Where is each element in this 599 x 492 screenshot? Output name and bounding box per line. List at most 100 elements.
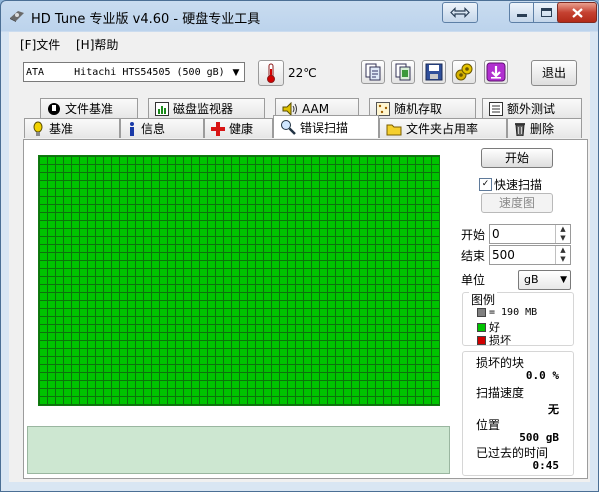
tab-label: 信息 <box>141 122 166 136</box>
app-window: HD Tune 专业版 v4.60 - 硬盘专业工具 [F]文件 [H]帮助 A… <box>0 0 599 492</box>
position-value: 500 gB <box>519 431 559 444</box>
legend-bad-label: 损坏 <box>489 334 511 347</box>
start-scan-button[interactable]: 开始 <box>481 148 553 168</box>
error-scan-panel: 开始 ✓ 快速扫描 速度图 开始 0 ▲ ▼ 结束 500 ▲ ▼ 单位 gB ▼ <box>23 139 588 479</box>
green-swatch-icon <box>477 322 486 332</box>
tab-label: 删除 <box>530 122 555 136</box>
unit-label: 单位 <box>461 273 486 287</box>
end-label: 结束 <box>461 249 486 263</box>
speaker-icon <box>282 101 297 116</box>
copy-info-button[interactable] <box>361 60 385 84</box>
scan-stats-box: 损坏的块 0.0 % 扫描速度 无 位置 500 gB 已过去的时间 0:45 <box>462 351 574 476</box>
tab-benchmark[interactable]: 基准 <box>24 118 120 138</box>
folder-usage-icon <box>386 124 402 135</box>
copy-all-button[interactable] <box>391 60 415 84</box>
legend-block-size-text: = 190 MB <box>489 307 538 318</box>
tab-label: 基准 <box>49 122 74 136</box>
start-value: 0 <box>492 227 500 241</box>
maximize-button[interactable] <box>533 2 559 23</box>
toolbar: ATA Hitachi HTS54505 (500 gB) ▼ 22℃ 退出 <box>9 54 590 92</box>
exit-button[interactable]: 退出 <box>531 60 577 86</box>
file-benchmark-icon <box>48 102 60 115</box>
health-icon <box>211 121 225 136</box>
thermometer-icon <box>267 63 275 83</box>
tab-erase[interactable]: 删除 <box>507 118 582 138</box>
speed-label: 扫描速度 <box>476 386 525 400</box>
damaged-label: 损坏的块 <box>476 356 525 370</box>
speed-value: 无 <box>548 403 559 416</box>
elapsed-value: 0:45 <box>532 459 560 472</box>
menu-file[interactable]: [F]文件 <box>20 36 60 53</box>
tab-extra-tests[interactable]: 额外测试 <box>482 98 582 118</box>
copy-all-icon <box>395 63 411 81</box>
tab-info[interactable]: 信息 <box>120 118 204 138</box>
erase-icon <box>515 122 525 136</box>
minimize-icon <box>517 13 527 17</box>
menu-help[interactable]: [H]帮助 <box>76 36 118 53</box>
unit-value: gB <box>524 273 539 286</box>
unit-select[interactable]: gB ▼ <box>518 270 571 290</box>
end-input[interactable]: 500 ▲ ▼ <box>489 245 571 265</box>
tab-label: 磁盘监视器 <box>173 102 234 116</box>
tab-label: 错误扫描 <box>300 120 349 135</box>
tab-file-benchmark[interactable]: 文件基准 <box>40 98 138 118</box>
red-swatch-icon <box>477 335 486 345</box>
chevron-down-icon: ▼ <box>560 275 567 285</box>
scan-log-area <box>27 426 450 474</box>
double-arrow-icon <box>450 7 470 18</box>
copy-info-icon <box>365 63 381 81</box>
quick-scan-checkbox[interactable]: ✓ 快速扫描 <box>479 176 542 193</box>
download-button[interactable] <box>484 60 508 84</box>
disk-monitor-icon <box>155 101 169 116</box>
main-panel: ATA Hitachi HTS54505 (500 gB) ▼ 22℃ 退出 文… <box>9 54 590 482</box>
tab-error-scan[interactable]: 错误扫描 <box>273 115 379 138</box>
minimize-button[interactable] <box>509 2 535 23</box>
close-button[interactable] <box>557 2 597 23</box>
position-label: 位置 <box>476 418 501 432</box>
chevron-down-icon: ▼ <box>232 68 240 78</box>
menu-bar: [F]文件 [H]帮助 <box>9 32 590 54</box>
start-input[interactable]: 0 ▲ ▼ <box>489 224 571 244</box>
drive-select[interactable]: ATA Hitachi HTS54505 (500 gB) ▼ <box>23 62 245 82</box>
quick-scan-label: 快速扫描 <box>494 178 543 192</box>
tab-label: 随机存取 <box>394 102 443 116</box>
legend-title: 图例 <box>469 291 498 308</box>
legend-block-size: = 190 MB <box>477 307 537 318</box>
gray-swatch-icon <box>477 308 486 317</box>
tab-folder-usage[interactable]: 文件夹占用率 <box>379 118 507 138</box>
tab-label: 健康 <box>229 122 254 136</box>
thermometer-button[interactable] <box>258 60 284 86</box>
tab-health[interactable]: 健康 <box>204 118 273 138</box>
spin-arrows-icon[interactable]: ▲ ▼ <box>555 225 570 243</box>
hd-tune-logo-icon <box>10 11 24 22</box>
save-button[interactable] <box>422 60 446 84</box>
tab-label: AAM <box>302 101 330 116</box>
benchmark-icon <box>33 121 43 136</box>
download-icon <box>486 62 506 82</box>
options-icon <box>455 63 473 81</box>
maximize-icon <box>540 8 552 17</box>
tab-label: 文件夹占用率 <box>406 122 479 136</box>
restore-button[interactable] <box>442 2 478 23</box>
damaged-value: 0.0 % <box>525 369 559 382</box>
window-title: HD Tune 专业版 v4.60 - 硬盘专业工具 <box>31 12 261 27</box>
tab-label: 文件基准 <box>65 102 114 116</box>
checkmark-icon: ✓ <box>479 178 492 191</box>
save-icon <box>425 63 443 81</box>
spin-arrows-icon[interactable]: ▲ ▼ <box>555 246 570 264</box>
random-access-icon <box>376 101 390 116</box>
close-icon <box>571 7 583 18</box>
info-icon <box>130 121 134 136</box>
tab-label: 额外测试 <box>507 102 556 116</box>
legend-bad: 损坏 <box>477 332 511 348</box>
error-scan-icon <box>281 120 296 135</box>
speed-map-button[interactable]: 速度图 <box>481 193 553 213</box>
tab-random-access[interactable]: 随机存取 <box>369 98 476 118</box>
options-button[interactable] <box>452 60 476 84</box>
tab-disk-monitor[interactable]: 磁盘监视器 <box>148 98 265 118</box>
legend-box: 图例 = 190 MB 好 损坏 <box>462 291 574 348</box>
start-label: 开始 <box>461 228 486 242</box>
temperature-readout: 22℃ <box>288 66 317 80</box>
title-bar[interactable]: HD Tune 专业版 v4.60 - 硬盘专业工具 <box>1 1 598 31</box>
block-scan-map <box>38 155 440 406</box>
